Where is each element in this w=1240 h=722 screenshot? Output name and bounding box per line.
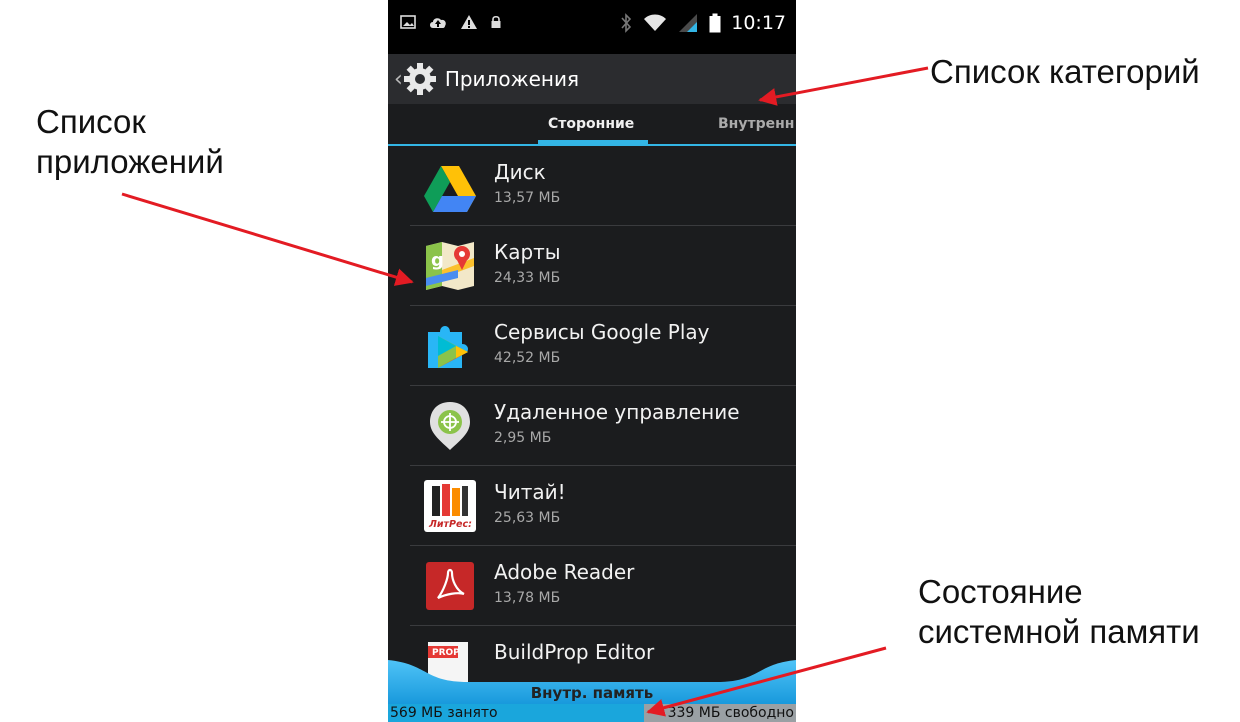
active-tab-indicator: [538, 140, 649, 144]
app-row-litres[interactable]: ЛитРес: Читай! 25,63 МБ: [410, 466, 796, 546]
svg-text:PROP: PROP: [432, 648, 460, 658]
app-size: 13,78 МБ: [494, 590, 561, 606]
arrow-app-list: [121, 192, 414, 286]
svg-text:ЛитРес:: ЛитРес:: [428, 519, 472, 530]
app-row-drive[interactable]: Диск 13,57 МБ: [410, 146, 796, 226]
image-icon: [400, 15, 416, 29]
app-size: 25,63 МБ: [494, 510, 561, 526]
battery-icon: [709, 13, 721, 33]
adobe-reader-icon: [426, 562, 474, 610]
google-play-services-icon: [428, 326, 468, 368]
status-bar: 10:17: [388, 0, 796, 54]
tab-internal-label: Внутренн: [718, 116, 795, 132]
app-row-play-services[interactable]: Сервисы Google Play 42,52 МБ: [410, 306, 796, 386]
google-drive-icon: [424, 166, 476, 212]
tab-third-party-label: Сторонние: [548, 116, 635, 132]
bluetooth-icon: [621, 13, 632, 33]
signal-icon: [679, 14, 698, 32]
callout-app-list-line2: приложений: [36, 143, 224, 180]
app-name: Удаленное управление: [494, 400, 740, 424]
app-name: Диск: [494, 160, 546, 184]
category-tabs: Сторонние Внутренн: [388, 104, 796, 146]
callout-memory-line2: системной памяти: [918, 613, 1200, 650]
app-row-device-manager[interactable]: Удаленное управление 2,95 МБ: [410, 386, 796, 466]
back-caret-icon[interactable]: ‹: [394, 67, 403, 92]
app-row-adobe-reader[interactable]: Adobe Reader 13,78 МБ: [410, 546, 796, 626]
tab-third-party[interactable]: Сторонние: [538, 116, 649, 144]
storage-label: Внутр. память: [530, 684, 654, 702]
litres-icon: ЛитРес:: [424, 480, 476, 532]
callout-app-list-line1: Список: [36, 103, 146, 140]
status-time: 10:17: [731, 12, 786, 34]
svg-text:g: g: [431, 250, 444, 271]
app-name: Adobe Reader: [494, 560, 635, 584]
app-size: 42,52 МБ: [494, 350, 561, 366]
app-size: 2,95 МБ: [494, 430, 552, 446]
callout-memory-line1: Состояние: [918, 573, 1083, 610]
lock-icon: [491, 15, 501, 28]
app-size: 24,33 МБ: [494, 270, 561, 286]
storage-used-text: 569 МБ занято: [390, 705, 498, 721]
callout-app-list: Список приложений: [36, 102, 224, 182]
warning-icon: [461, 15, 477, 29]
action-bar: ‹ Приложения: [388, 54, 796, 104]
settings-gear-icon[interactable]: [403, 62, 437, 96]
callout-category-list: Список категорий: [930, 53, 1200, 90]
phone-screen: 10:17 ‹ Приложения Сторонние Внутренн Ди…: [388, 0, 796, 722]
device-manager-icon: [430, 402, 470, 450]
storage-free-text: 339 МБ свободно: [667, 705, 794, 721]
app-name: Читай!: [494, 480, 566, 504]
app-name: Карты: [494, 240, 561, 264]
callout-memory: Состояние системной памяти: [918, 572, 1200, 652]
app-name: Сервисы Google Play: [494, 320, 710, 344]
storage-status: Внутр. память 569 МБ занято 339 МБ свобо…: [388, 660, 796, 722]
cloud-upload-icon: [430, 18, 446, 28]
app-row-maps[interactable]: g Карты 24,33 МБ: [410, 226, 796, 306]
storage-bar: 569 МБ занято 339 МБ свободно: [388, 704, 796, 722]
tab-internal[interactable]: Внутренн: [718, 116, 794, 132]
wifi-icon: [644, 14, 667, 31]
app-size: 13,57 МБ: [494, 190, 561, 206]
page-title: Приложения: [444, 67, 579, 91]
google-maps-icon: g: [426, 242, 474, 290]
